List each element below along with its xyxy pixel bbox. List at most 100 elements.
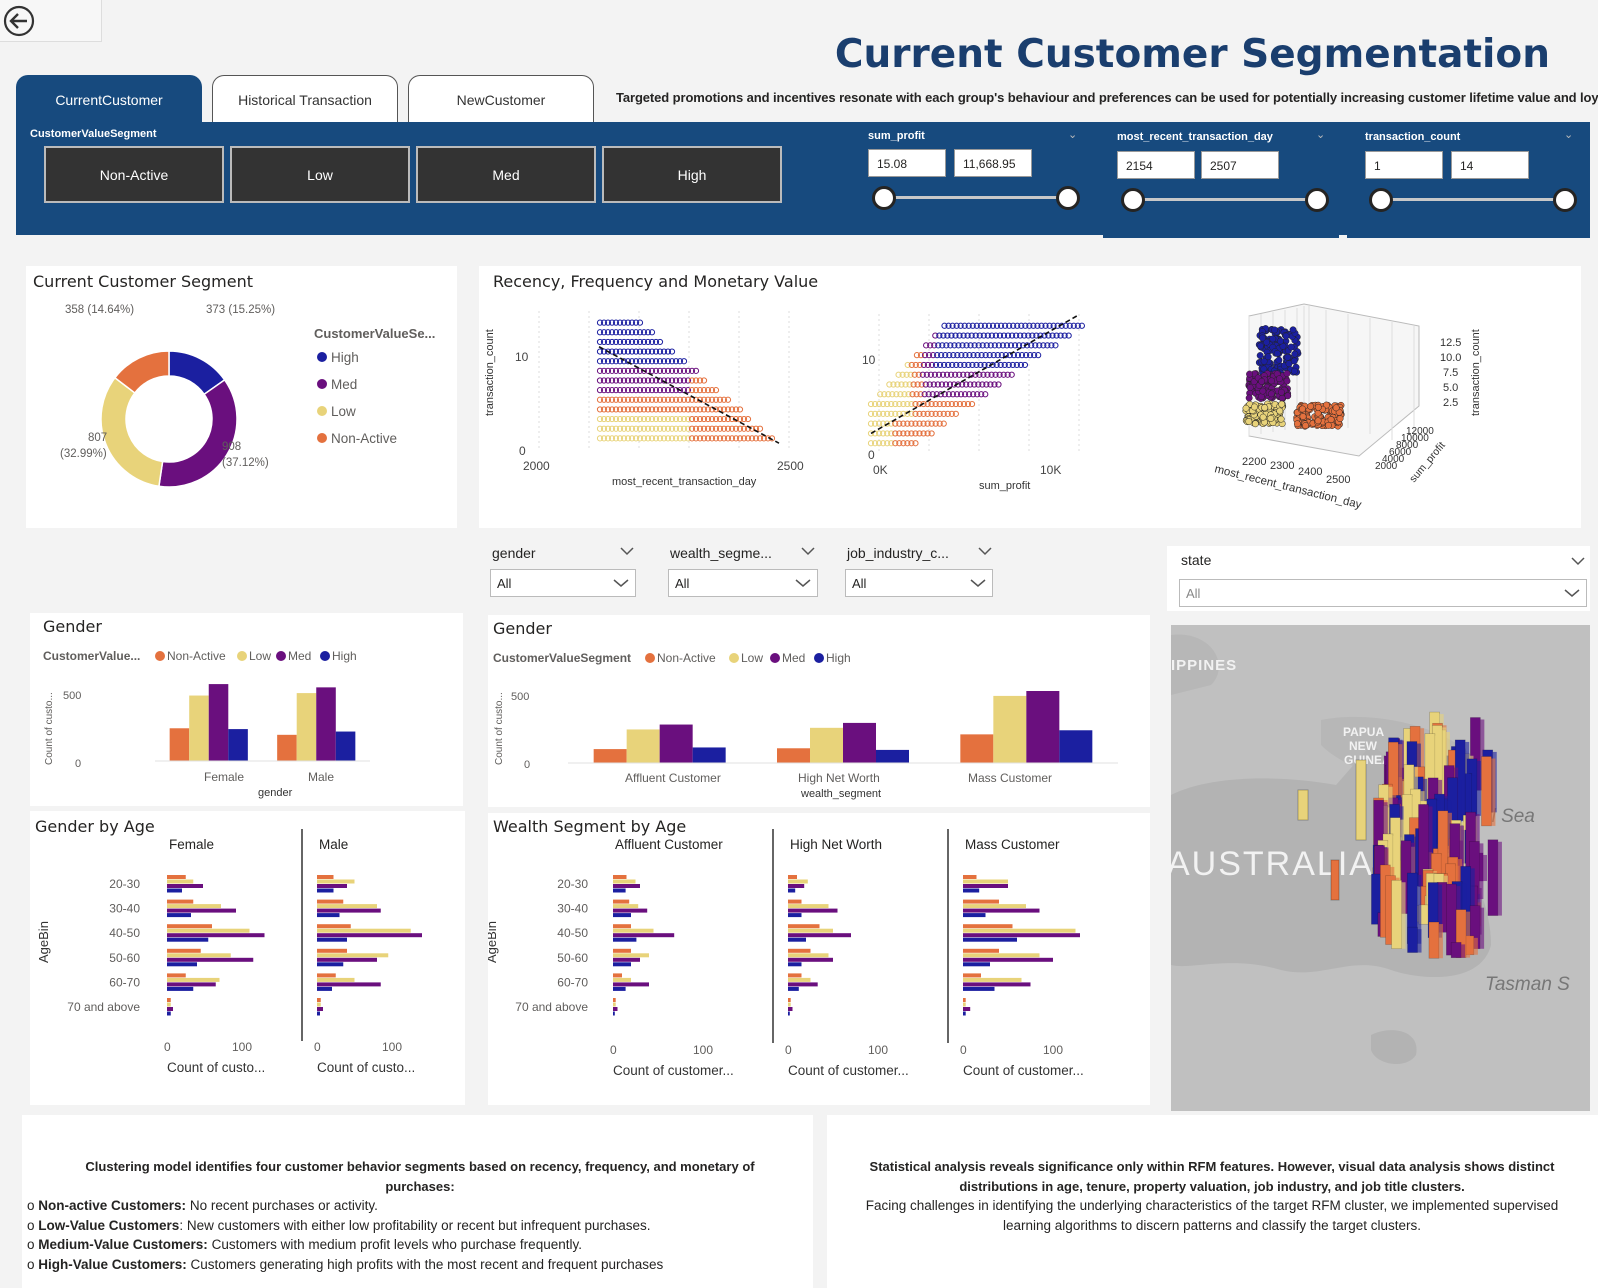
gender-slicer-dropdown[interactable]: All bbox=[490, 569, 636, 597]
bar-med[interactable] bbox=[167, 884, 203, 888]
bar-high[interactable] bbox=[876, 749, 909, 763]
bar-high[interactable] bbox=[613, 913, 631, 918]
bar-non-active[interactable] bbox=[960, 734, 994, 763]
donut-slice-med[interactable] bbox=[158, 378, 238, 488]
bar-high[interactable] bbox=[788, 986, 799, 991]
bar-med[interactable] bbox=[963, 908, 1040, 913]
bar-med[interactable] bbox=[167, 982, 216, 987]
bar-low[interactable] bbox=[626, 729, 660, 763]
bar-med[interactable] bbox=[788, 933, 851, 938]
bar-med[interactable] bbox=[788, 884, 805, 888]
bar-non-active[interactable] bbox=[317, 998, 321, 1002]
bar-med[interactable] bbox=[167, 1007, 173, 1011]
recent-day-min-handle[interactable] bbox=[1121, 188, 1145, 212]
bar-low[interactable] bbox=[317, 953, 389, 958]
bar-high[interactable] bbox=[963, 1011, 966, 1016]
bar-med[interactable] bbox=[317, 884, 347, 888]
bar-high[interactable] bbox=[963, 937, 1017, 942]
map-column[interactable] bbox=[1391, 879, 1402, 950]
bar-low[interactable] bbox=[167, 1002, 171, 1007]
recent-day-slider-track[interactable] bbox=[1133, 198, 1317, 201]
bar-med[interactable] bbox=[613, 884, 640, 888]
bar-low[interactable] bbox=[167, 977, 220, 982]
bar-med[interactable] bbox=[788, 982, 818, 987]
chevron-down-icon[interactable]: ⌄ bbox=[1564, 128, 1573, 141]
chevron-down-icon[interactable] bbox=[620, 546, 634, 556]
bar-high[interactable] bbox=[167, 986, 194, 991]
bar-non-active[interactable] bbox=[963, 998, 966, 1002]
bar-high[interactable] bbox=[167, 888, 182, 893]
bar-non-active[interactable] bbox=[788, 924, 820, 929]
state-slicer-dropdown[interactable]: All bbox=[1179, 579, 1587, 607]
bar-non-active[interactable] bbox=[613, 924, 631, 929]
bar-high[interactable] bbox=[963, 986, 995, 991]
map-column[interactable] bbox=[1487, 839, 1499, 916]
back-button[interactable] bbox=[0, 0, 102, 42]
bar-med[interactable] bbox=[963, 957, 1053, 962]
bar-low[interactable] bbox=[963, 928, 1076, 933]
bar-med[interactable] bbox=[963, 933, 1080, 938]
bar-low[interactable] bbox=[993, 695, 1027, 763]
segment-button-low[interactable]: Low bbox=[230, 146, 410, 203]
bar-non-active[interactable] bbox=[169, 728, 190, 761]
bar-non-active[interactable] bbox=[317, 948, 347, 953]
bar-low[interactable] bbox=[788, 879, 808, 884]
bar-low[interactable] bbox=[613, 953, 649, 958]
bar-med[interactable] bbox=[788, 908, 838, 913]
bar-low[interactable] bbox=[788, 904, 829, 909]
bar-non-active[interactable] bbox=[167, 998, 171, 1002]
bar-non-active[interactable] bbox=[788, 973, 802, 978]
bar-low[interactable] bbox=[963, 1002, 966, 1007]
bar-low[interactable] bbox=[189, 695, 209, 761]
bar-low[interactable] bbox=[296, 693, 317, 761]
bar-high[interactable] bbox=[317, 888, 334, 893]
map-column[interactable] bbox=[1407, 926, 1418, 953]
bar-non-active[interactable] bbox=[963, 899, 999, 904]
recent-day-max-input[interactable]: 2507 bbox=[1201, 151, 1279, 179]
bar-non-active[interactable] bbox=[277, 734, 297, 761]
bar-med[interactable] bbox=[167, 908, 236, 913]
bar-high[interactable] bbox=[613, 888, 626, 893]
tx-count-max-handle[interactable] bbox=[1553, 188, 1577, 212]
bar-low[interactable] bbox=[317, 879, 355, 884]
bar-med[interactable] bbox=[788, 957, 833, 962]
bar-low[interactable] bbox=[788, 1002, 791, 1007]
bar-high[interactable] bbox=[788, 962, 802, 967]
bar-low[interactable] bbox=[167, 928, 250, 933]
bar-high[interactable] bbox=[228, 729, 248, 761]
bar-high[interactable] bbox=[788, 913, 802, 918]
job-slicer-dropdown[interactable]: All bbox=[845, 569, 993, 597]
map-column[interactable] bbox=[1428, 921, 1440, 959]
bar-non-active[interactable] bbox=[788, 899, 802, 904]
bar-low[interactable] bbox=[963, 977, 1022, 982]
bar-non-active[interactable] bbox=[167, 948, 201, 953]
bar-med[interactable] bbox=[317, 933, 422, 938]
bar-high[interactable] bbox=[788, 937, 806, 942]
bar-high[interactable] bbox=[788, 888, 796, 893]
bar-non-active[interactable] bbox=[167, 924, 212, 929]
bar-med[interactable] bbox=[613, 1007, 618, 1011]
bar-non-active[interactable] bbox=[317, 924, 351, 929]
recent-day-min-input[interactable]: 2154 bbox=[1117, 151, 1195, 179]
bar-high[interactable] bbox=[963, 962, 990, 967]
map-column[interactable] bbox=[1355, 759, 1367, 841]
bar-high[interactable] bbox=[317, 937, 347, 942]
bar-low[interactable] bbox=[613, 879, 636, 884]
map-column[interactable] bbox=[1330, 859, 1340, 901]
bar-med[interactable] bbox=[317, 982, 381, 987]
recent-day-max-handle[interactable] bbox=[1305, 188, 1329, 212]
bar-high[interactable] bbox=[167, 962, 197, 967]
bar-med[interactable] bbox=[317, 957, 377, 962]
donut-slice-low[interactable] bbox=[100, 376, 164, 488]
map-column[interactable] bbox=[1450, 942, 1462, 959]
bar-low[interactable] bbox=[788, 953, 829, 958]
bar-high[interactable] bbox=[613, 962, 631, 967]
bar-low[interactable] bbox=[613, 928, 654, 933]
sum-profit-slider-track[interactable] bbox=[884, 196, 1068, 199]
bar-non-active[interactable] bbox=[963, 875, 977, 879]
bar-med[interactable] bbox=[208, 684, 229, 761]
bar-med[interactable] bbox=[963, 1007, 971, 1011]
map-column[interactable] bbox=[1297, 789, 1309, 821]
bar-low[interactable] bbox=[613, 904, 639, 909]
bar-non-active[interactable] bbox=[167, 899, 194, 904]
